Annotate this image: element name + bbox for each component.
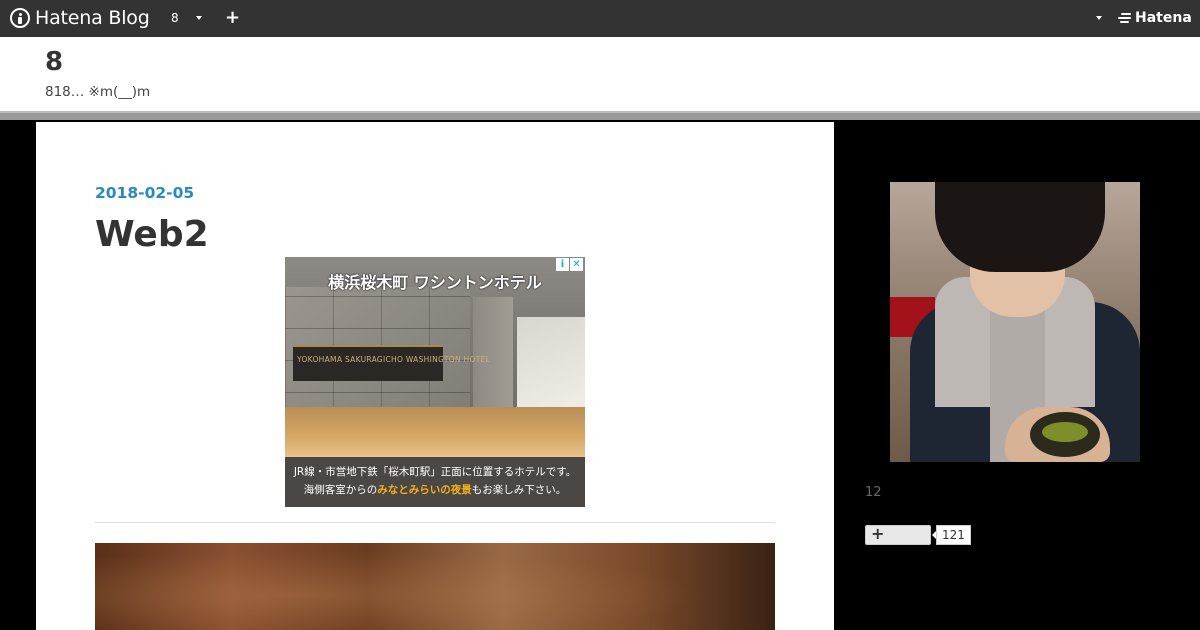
ad-sign-text: YOKOHAMA SAKURAGICHO WASHINGTON HOTEL xyxy=(297,355,491,364)
sidebar-count: 12 xyxy=(865,485,882,500)
close-icon[interactable]: ✕ xyxy=(570,258,583,271)
plus-icon: + xyxy=(871,524,885,543)
profile-image[interactable] xyxy=(890,182,1140,462)
hatena-blog-icon xyxy=(10,8,30,28)
advertisement[interactable]: YOKOHAMA SAKURAGICHO WASHINGTON HOTEL 横浜… xyxy=(285,257,585,507)
hatena-blog-logo[interactable]: Hatena Blog xyxy=(10,7,150,29)
ad-caption-line2: 海側客室からのみなとみらいの夜景もお楽しみ下さい。 xyxy=(293,481,577,499)
ad-headline: 横浜桜木町 ワシントンホテル xyxy=(328,273,542,292)
ad-caption-highlight: みなとみらいの夜景 xyxy=(377,484,472,496)
subscribe-button[interactable]: + xyxy=(865,524,931,545)
entry-divider xyxy=(95,522,775,523)
brand-text: Hatena Blog xyxy=(35,7,150,29)
subscriber-count: 121 xyxy=(932,525,971,545)
blog-header: 8 818… ※m(__)m xyxy=(0,37,1200,111)
hatena-logo[interactable]: Hatena xyxy=(1117,10,1192,26)
blog-selector[interactable]: 8 xyxy=(171,11,179,25)
header-divider xyxy=(0,111,1200,120)
new-entry-button[interactable]: + xyxy=(225,8,240,28)
entry-title[interactable]: Web2 xyxy=(95,214,209,255)
hatena-mark-icon xyxy=(1117,12,1132,24)
entry-image xyxy=(95,543,775,630)
chevron-down-icon[interactable] xyxy=(196,16,202,20)
info-icon[interactable]: i xyxy=(556,258,569,271)
blog-description: 818… ※m(__)m xyxy=(45,84,151,100)
ad-controls: i ✕ xyxy=(555,258,583,271)
global-header: Hatena Blog 8 + Hatena xyxy=(0,0,1200,37)
main-content: 2018-02-05 Web2 YOKOHAMA SAKURAGICHO WAS… xyxy=(36,122,834,630)
ad-caption-suffix: もお楽しみ下さい。 xyxy=(471,484,567,496)
blog-title[interactable]: 8 xyxy=(45,47,63,77)
ad-caption: JR線・市営地下鉄「桜木町駅」正面に位置するホテルです。 海側客室からのみなとみ… xyxy=(285,457,585,507)
ad-caption-prefix: 海側客室からの xyxy=(303,484,378,496)
user-menu-chevron-icon[interactable] xyxy=(1096,16,1102,20)
ad-caption-line1: JR線・市営地下鉄「桜木町駅」正面に位置するホテルです。 xyxy=(293,466,577,478)
entry-date[interactable]: 2018-02-05 xyxy=(95,184,194,202)
hatena-logo-text: Hatena xyxy=(1135,10,1192,26)
